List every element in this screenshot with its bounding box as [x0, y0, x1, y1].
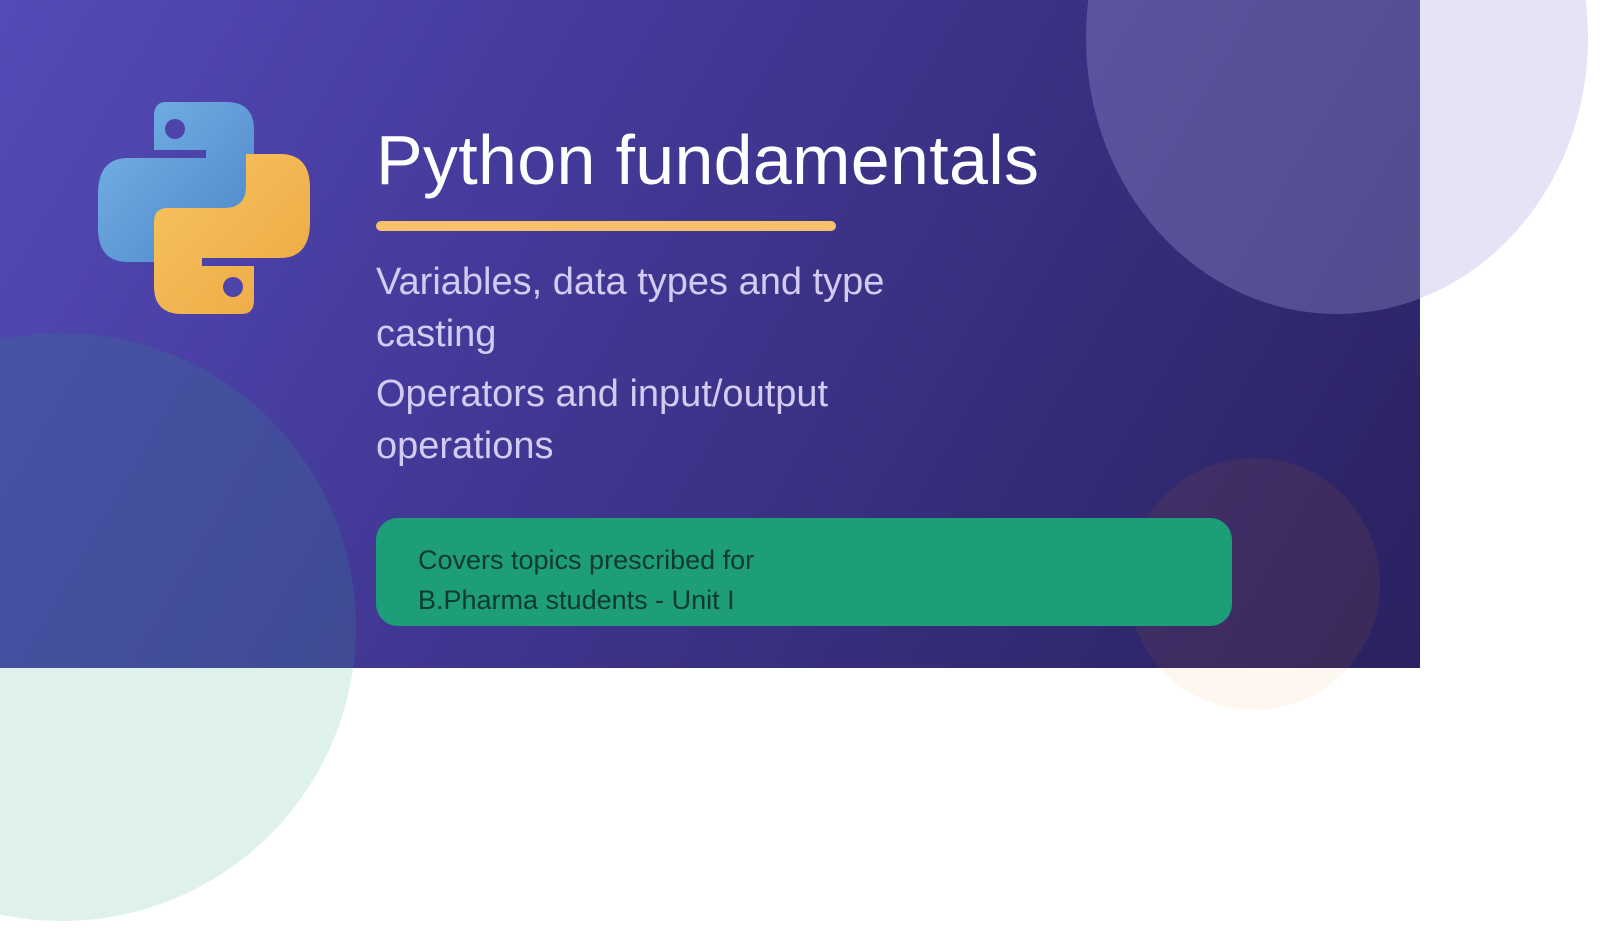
slide-title: Python fundamentals — [376, 121, 1040, 199]
topic-item-variables: Variables, data types and type casting — [376, 261, 885, 355]
decorative-circle-top-right-overlay — [1086, 0, 1420, 314]
info-note-text: Covers topics prescribed for B.Pharma st… — [418, 545, 755, 615]
topic-item-operators: Operators and input/output operations — [376, 373, 829, 467]
decorative-circle-left-overlay — [0, 333, 356, 668]
hero-banner: Python fundamentals Variables, data type… — [0, 0, 1420, 668]
python-logo-eye-bottom — [223, 277, 243, 297]
title-underline — [376, 221, 836, 231]
python-logo-eye-top — [165, 119, 185, 139]
info-note-box: Covers topics prescribed for B.Pharma st… — [376, 518, 1232, 626]
python-logo-icon — [98, 102, 310, 314]
slide-canvas: Python fundamentals Variables, data type… — [0, 0, 1600, 935]
